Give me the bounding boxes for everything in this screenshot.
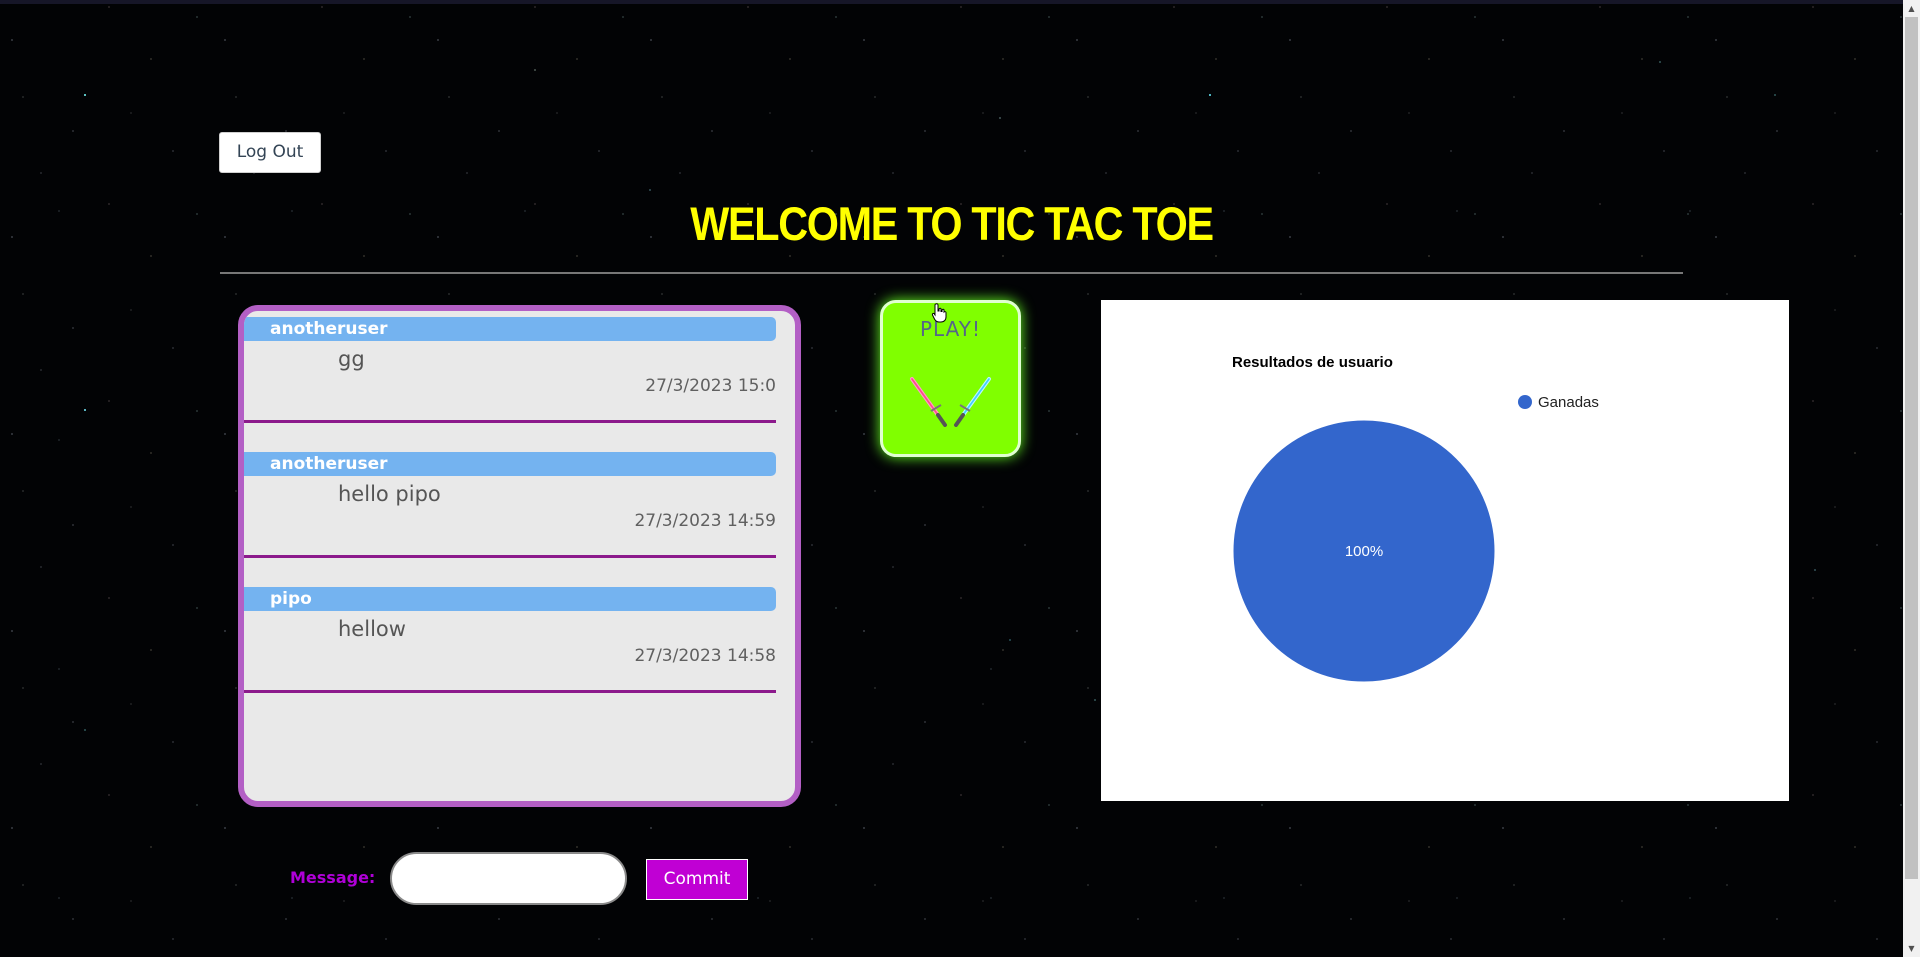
commit-button[interactable]: Commit (646, 859, 748, 900)
chat-panel[interactable]: anotheruser gg 27/3/2023 15:0 anotheruse… (238, 305, 801, 807)
chat-message: anotheruser gg 27/3/2023 15:0 (244, 311, 776, 425)
top-strip (0, 0, 1903, 4)
message-label: Message: (290, 868, 376, 887)
results-chart: Resultados de usuario Ganadas 100% (1101, 300, 1789, 801)
chat-message: pipo hellow 27/3/2023 14:58 (244, 581, 776, 695)
chat-message-user: anotheruser (244, 452, 776, 476)
lightsabers-icon (910, 377, 991, 427)
page-title: WELCOME TO TIC TAC TOE (690, 197, 1214, 250)
logout-button[interactable]: Log Out (219, 132, 321, 173)
pie-chart: 100% (1232, 419, 1496, 683)
chat-message-divider (244, 555, 776, 558)
scroll-up-arrow-icon[interactable]: ▲ (1903, 0, 1920, 17)
chat-message-text: hellow (338, 617, 406, 641)
play-label: PLAY! (919, 317, 982, 341)
hand-cursor-icon (931, 303, 947, 323)
chat-message-time: 27/3/2023 14:59 (634, 511, 776, 531)
chat-message-divider (244, 420, 776, 423)
play-button[interactable]: PLAY! (880, 300, 1021, 457)
chat-message-text: hello pipo (338, 482, 441, 506)
title-divider (220, 272, 1683, 274)
chat-message-user: pipo (244, 587, 776, 611)
chat-message-divider (244, 690, 776, 693)
message-input[interactable] (390, 852, 627, 905)
page-scrollbar[interactable]: ▲ ▼ (1903, 0, 1920, 957)
chat-message-user: anotheruser (244, 317, 776, 341)
chat-message-time: 27/3/2023 15:0 (645, 376, 776, 396)
chat-message-time: 27/3/2023 14:58 (634, 646, 776, 666)
pie-slice-label: 100% (1345, 543, 1383, 560)
scroll-down-arrow-icon[interactable]: ▼ (1903, 940, 1920, 957)
chat-message-text: gg (338, 347, 365, 371)
scrollbar-thumb[interactable] (1905, 17, 1918, 879)
chat-message: anotheruser hello pipo 27/3/2023 14:59 (244, 446, 776, 560)
